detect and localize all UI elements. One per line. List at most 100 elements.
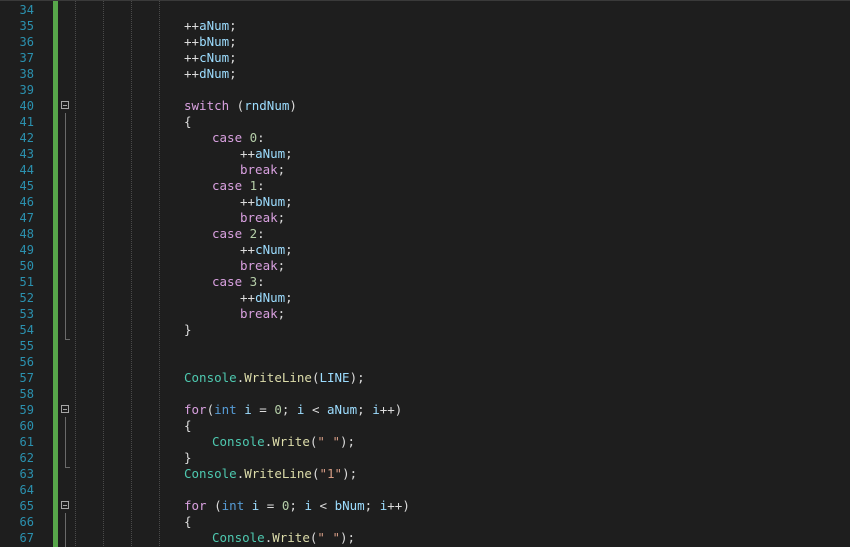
- line-number: 39: [19, 83, 34, 97]
- code-text: case 1:: [212, 178, 265, 194]
- code-token: ;: [229, 66, 237, 81]
- code-line[interactable]: 54}: [0, 322, 850, 338]
- code-line[interactable]: 64: [0, 482, 850, 498]
- code-token: ;: [229, 18, 237, 33]
- code-token: Console: [212, 434, 265, 449]
- code-text: ++dNum;: [240, 290, 293, 306]
- code-token: ++: [184, 66, 200, 81]
- code-token: {: [184, 514, 192, 529]
- line-number: 61: [19, 435, 34, 449]
- code-text: ++cNum;: [184, 50, 237, 66]
- line-number: 49: [19, 243, 34, 257]
- code-line[interactable]: 43 ++aNum;: [0, 146, 850, 162]
- line-number: 64: [19, 483, 34, 497]
- collapse-toggle-icon[interactable]: [61, 501, 69, 509]
- line-number: 67: [19, 531, 34, 545]
- code-line[interactable]: 59 for(int i = 0; i < aNum; i++): [0, 402, 850, 418]
- code-text: Console.WriteLine(LINE);: [184, 370, 365, 386]
- code-line[interactable]: 42 case 0:: [0, 130, 850, 146]
- code-line[interactable]: 34: [0, 2, 850, 18]
- code-line[interactable]: 52 ++dNum;: [0, 290, 850, 306]
- code-line[interactable]: 57 Console.WriteLine(LINE);: [0, 370, 850, 386]
- line-number: 50: [19, 259, 34, 273]
- line-number: 37: [19, 51, 34, 65]
- code-text: break;: [240, 306, 285, 322]
- line-number: 43: [19, 147, 34, 161]
- code-line[interactable]: 41 {: [0, 114, 850, 130]
- code-line[interactable]: 47 break;: [0, 210, 850, 226]
- line-number: 42: [19, 131, 34, 145]
- line-number: 52: [19, 291, 34, 305]
- code-line[interactable]: 37 ++cNum;: [0, 50, 850, 66]
- code-token: <: [304, 402, 328, 417]
- code-line[interactable]: 45 case 1:: [0, 178, 850, 194]
- code-token: aNum: [327, 402, 358, 417]
- line-number: 41: [19, 115, 34, 129]
- code-token: );: [339, 530, 356, 545]
- line-number: 51: [19, 275, 34, 289]
- code-line[interactable]: 62}: [0, 450, 850, 466]
- code-token: LINE: [319, 370, 350, 385]
- code-line[interactable]: 58: [0, 386, 850, 402]
- line-number: 38: [19, 67, 34, 81]
- code-token: ++: [184, 34, 200, 49]
- code-line[interactable]: 50 break;: [0, 258, 850, 274]
- code-text: ++aNum;: [240, 146, 293, 162]
- code-token: break: [240, 306, 278, 321]
- code-token: ++: [240, 146, 256, 161]
- code-token: Console: [184, 466, 237, 481]
- code-token: bNum: [255, 194, 286, 209]
- line-number: 48: [19, 227, 34, 241]
- code-line[interactable]: 48 case 2:: [0, 226, 850, 242]
- code-token: ;: [364, 498, 380, 513]
- code-token: ): [289, 98, 297, 113]
- code-token: ++: [240, 290, 256, 305]
- code-token: cNum: [255, 242, 286, 257]
- code-token: Console: [212, 530, 265, 545]
- code-token: 0: [274, 402, 282, 417]
- code-line[interactable]: 60 {: [0, 418, 850, 434]
- code-token: =: [259, 498, 282, 513]
- code-token: (: [206, 498, 222, 513]
- code-line[interactable]: 38 ++dNum;: [0, 66, 850, 82]
- code-line[interactable]: 51 case 3:: [0, 274, 850, 290]
- code-token: Console: [184, 370, 237, 385]
- code-token: ;: [285, 290, 293, 305]
- line-number: 44: [19, 163, 34, 177]
- code-line[interactable]: 49 ++cNum;: [0, 242, 850, 258]
- code-line[interactable]: 66 {: [0, 514, 850, 530]
- code-line[interactable]: 35 ++aNum;: [0, 18, 850, 34]
- code-line[interactable]: 63 Console.WriteLine("1");: [0, 466, 850, 482]
- code-token: :: [257, 226, 265, 241]
- code-line[interactable]: 61 Console.Write(" ");: [0, 434, 850, 450]
- code-token: (: [229, 98, 245, 113]
- code-token: }: [184, 450, 192, 465]
- code-line[interactable]: 65 for (int i = 0; i < bNum; i++): [0, 498, 850, 514]
- code-text: break;: [240, 210, 285, 226]
- code-line[interactable]: 36 ++bNum;: [0, 34, 850, 50]
- code-line[interactable]: 53 break;: [0, 306, 850, 322]
- code-line[interactable]: 46 ++bNum;: [0, 194, 850, 210]
- code-token: Write: [272, 530, 310, 545]
- code-text: break;: [240, 258, 285, 274]
- code-line[interactable]: 44 break;: [0, 162, 850, 178]
- code-line[interactable]: 67 Console.Write(" ");: [0, 530, 850, 546]
- code-line[interactable]: 40 switch (rndNum): [0, 98, 850, 114]
- line-number: 56: [19, 355, 34, 369]
- code-token: }: [184, 322, 192, 337]
- code-token: ;: [229, 50, 237, 65]
- code-line[interactable]: 55: [0, 338, 850, 354]
- code-text: ++bNum;: [184, 34, 237, 50]
- code-token: ;: [357, 402, 373, 417]
- collapse-toggle-icon[interactable]: [61, 101, 69, 109]
- code-editor[interactable]: 34 35 ++aNum; 36 ++bNum; 37 ++cNum; 38 ++dNum; 39…: [0, 0, 850, 547]
- code-token: (: [206, 402, 215, 417]
- code-token: case: [212, 130, 243, 145]
- code-text: ++dNum;: [184, 66, 237, 82]
- code-token: ++: [184, 50, 200, 65]
- collapse-toggle-icon[interactable]: [61, 405, 69, 413]
- code-line[interactable]: 56: [0, 354, 850, 370]
- code-line[interactable]: 39: [0, 82, 850, 98]
